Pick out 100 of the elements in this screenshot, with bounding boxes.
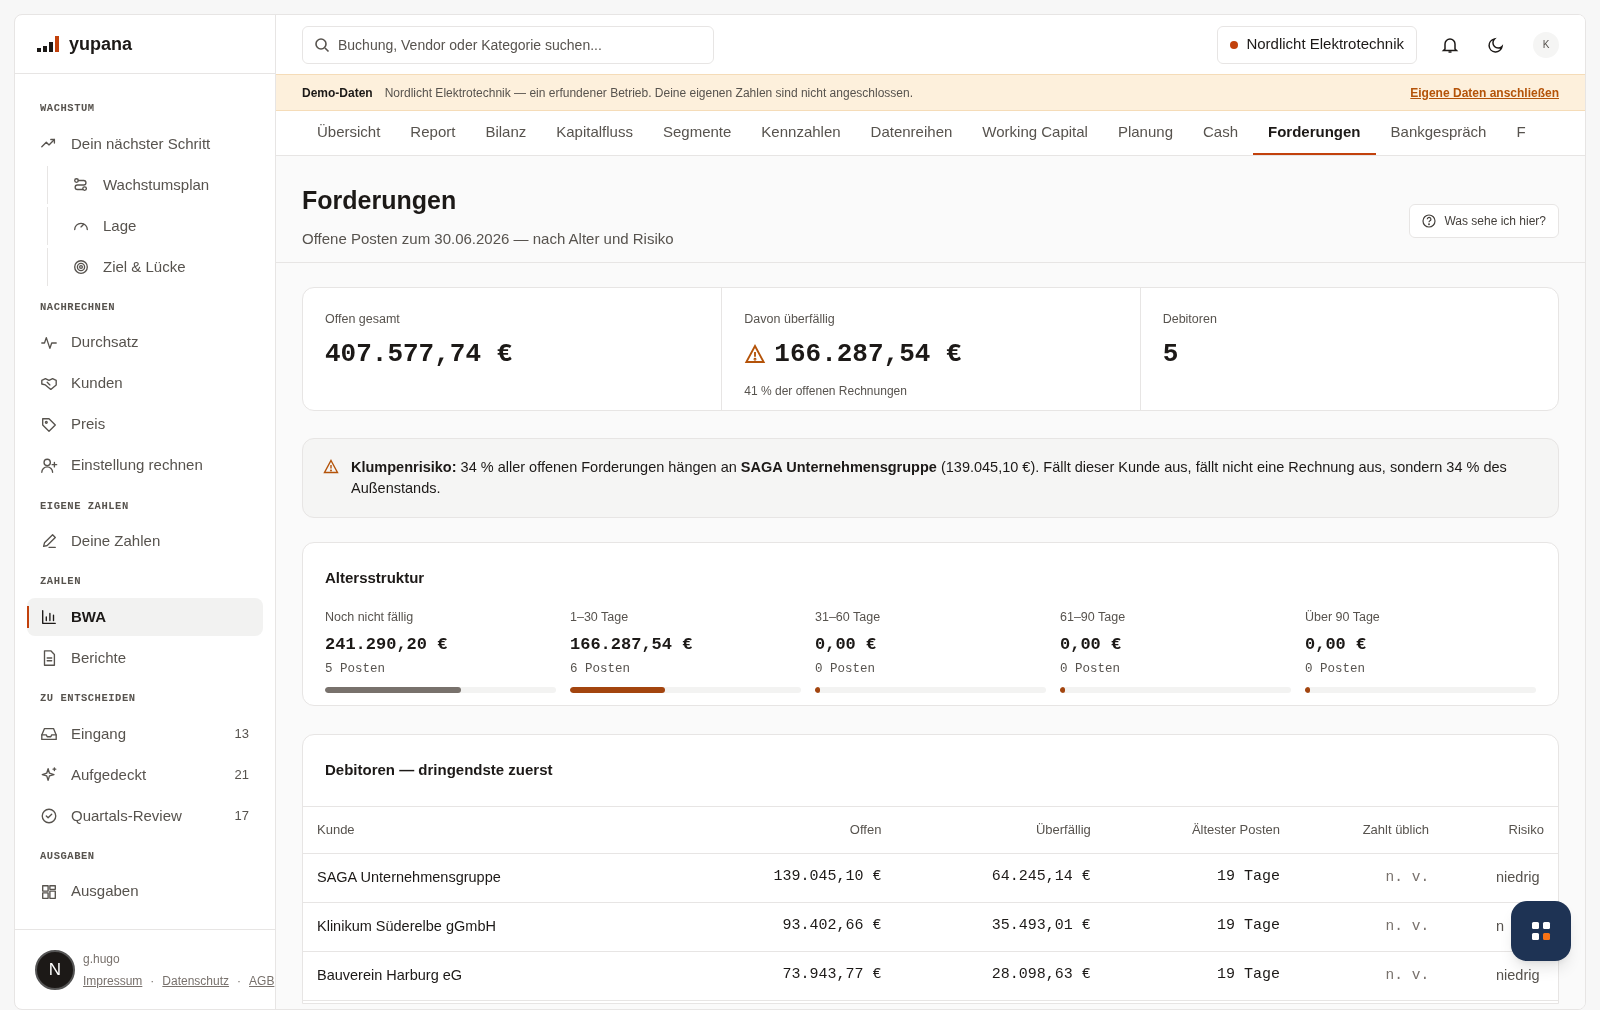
- help-icon: [1422, 214, 1437, 228]
- target-icon: [72, 257, 90, 276]
- apps-button[interactable]: [1511, 901, 1571, 961]
- kpi-note: 41 % der offenen Rechnungen: [744, 382, 908, 400]
- table-cell: 35.493,01 €: [895, 902, 1105, 951]
- page-title: Forderungen: [302, 185, 458, 216]
- table-cell: n. v.: [1294, 902, 1444, 951]
- bucket-label: 61–90 Tage: [1060, 608, 1127, 626]
- search-icon: [314, 36, 330, 53]
- nav-item[interactable]: Aufgedeckt 21: [27, 755, 263, 794]
- nav-item[interactable]: Ziel & Lücke: [47, 247, 263, 286]
- bucket-label: Über 90 Tage: [1305, 608, 1381, 626]
- tab[interactable]: Report: [395, 111, 471, 155]
- nav-item[interactable]: Eingang 13: [27, 714, 263, 753]
- column-header: Kunde: [303, 807, 670, 853]
- bucket-amount: 0,00 €: [1060, 634, 1123, 657]
- nav-item[interactable]: Dein nächster Schritt: [27, 124, 263, 163]
- banner-label: Demo-Daten: [302, 84, 373, 102]
- table-cell: 28.098,63 €: [895, 951, 1105, 1000]
- nav-item[interactable]: Berichte: [27, 639, 263, 677]
- tab[interactable]: Segmente: [647, 111, 747, 155]
- section-heading: NACHRECHNEN: [39, 299, 117, 315]
- tag-icon: [40, 415, 58, 434]
- credit-text: g.hugo: [83, 950, 121, 968]
- kpi-label: Offen gesamt: [325, 311, 401, 328]
- separator: ·: [150, 972, 155, 990]
- kpi-value: 407.577,74 €: [325, 337, 513, 371]
- page-subtitle: Offene Posten zum 30.06.2026 — nach Alter und Risiko: [302, 228, 674, 249]
- bucket-count: 5 Posten: [325, 660, 386, 678]
- tab[interactable]: Forderungen: [1253, 111, 1376, 155]
- tab[interactable]: Datenreihen: [855, 111, 968, 155]
- table-cell: 19 Tage: [1104, 853, 1295, 902]
- table-cell: n. v.: [1294, 853, 1444, 902]
- dev-badge[interactable]: N: [35, 949, 75, 990]
- table-cell: n. v.: [1294, 951, 1444, 1000]
- bucket-count: 0 Posten: [1305, 660, 1366, 678]
- table-cell: 93.402,66 €: [669, 902, 896, 951]
- section-heading: EIGENE ZAHLEN: [39, 498, 130, 514]
- bar-chart-icon: [40, 608, 58, 626]
- tab[interactable]: Working Capital: [967, 111, 1103, 155]
- nav-item[interactable]: Preis: [27, 405, 263, 444]
- nav-item[interactable]: Wachstumsplan: [47, 165, 263, 204]
- warning-icon: [323, 459, 339, 474]
- tab[interactable]: Bankgespräch: [1375, 111, 1502, 155]
- footer-link[interactable]: Impressum: [83, 971, 143, 990]
- footer-link[interactable]: Datenschutz: [162, 971, 230, 990]
- search-field[interactable]: Buchung, Vendor oder Kategorie suchen...: [302, 25, 714, 64]
- pencil-icon: [40, 532, 58, 551]
- table-cell: n: [1496, 917, 1505, 934]
- grid-icon: [40, 882, 58, 901]
- banner-text: Nordlicht Elektrotechnik — ein erfundener Betrieb. Deine eigenen Zahlen sind nicht angeschlossen.: [384, 84, 913, 102]
- tab[interactable]: Bilanz: [470, 111, 542, 155]
- nav-item[interactable]: Lage: [47, 206, 263, 245]
- route-icon: [72, 175, 90, 194]
- separator: ·: [237, 972, 242, 990]
- tab[interactable]: Übersicht: [302, 111, 396, 155]
- column-header: Überfällig: [895, 807, 1105, 853]
- table-cell: Bauverein Harburg eG: [303, 951, 670, 1000]
- nav-item[interactable]: Durchsatz: [27, 323, 263, 362]
- tab[interactable]: Kapitalfluss: [541, 111, 648, 155]
- help-button[interactable]: Was sehe ich hier?: [1409, 204, 1559, 238]
- section-heading: ZU ENTSCHEIDEN: [39, 691, 137, 706]
- count-label: 13: [234, 725, 250, 743]
- column-header: Risiko: [1443, 807, 1558, 853]
- nav-item[interactable]: BWA: [27, 598, 263, 636]
- table-cell: 19 Tage: [1104, 902, 1295, 951]
- bucket-amount: 241.290,20 €: [325, 634, 449, 657]
- table-cell: 19 Tage: [1104, 951, 1295, 1000]
- connect-data-link[interactable]: Eigene Daten anschließen: [1410, 83, 1559, 102]
- bell-icon[interactable]: [1441, 35, 1459, 54]
- bucket-label: Noch nicht fällig: [325, 608, 415, 626]
- bucket-label: 1–30 Tage: [570, 608, 630, 626]
- table-cell: 73.943,77 €: [669, 951, 896, 1000]
- section-heading: AUSGABEN: [39, 848, 96, 864]
- section-heading: WACHSTUM: [39, 101, 96, 116]
- company-selector[interactable]: Nordlicht Elektrotechnik: [1217, 25, 1417, 64]
- logo-icon: [37, 36, 61, 52]
- tab[interactable]: Planung: [1102, 111, 1188, 155]
- user-avatar[interactable]: K: [1533, 31, 1559, 58]
- bucket-amount: 0,00 €: [815, 634, 878, 657]
- check-badge-icon: [40, 806, 58, 825]
- section-title: Altersstruktur: [325, 568, 426, 588]
- tab[interactable]: F: [1501, 111, 1541, 155]
- bucket-count: 0 Posten: [1060, 660, 1121, 678]
- column-header: Ältester Posten: [1104, 807, 1295, 853]
- tab[interactable]: Cash: [1188, 111, 1254, 155]
- table-cell: 64.245,14 €: [895, 853, 1105, 902]
- nav-item[interactable]: Ausgaben: [27, 872, 263, 911]
- nav-item[interactable]: Einstellung rechnen: [27, 446, 263, 485]
- bucket-count: 6 Posten: [570, 660, 631, 678]
- brand-name: yupana: [69, 32, 133, 56]
- nav-item[interactable]: Deine Zahlen: [27, 522, 263, 561]
- nav-item[interactable]: Kunden: [27, 364, 263, 403]
- tab[interactable]: Kennzahlen: [746, 111, 856, 155]
- footer-link[interactable]: AGB: [249, 971, 275, 990]
- bucket-label: 31–60 Tage: [815, 608, 882, 626]
- column-header: Offen: [669, 807, 896, 853]
- moon-icon[interactable]: [1487, 35, 1505, 54]
- nav-item[interactable]: Quartals-Review 17: [27, 796, 263, 835]
- kpi-value: 5: [1162, 337, 1179, 371]
